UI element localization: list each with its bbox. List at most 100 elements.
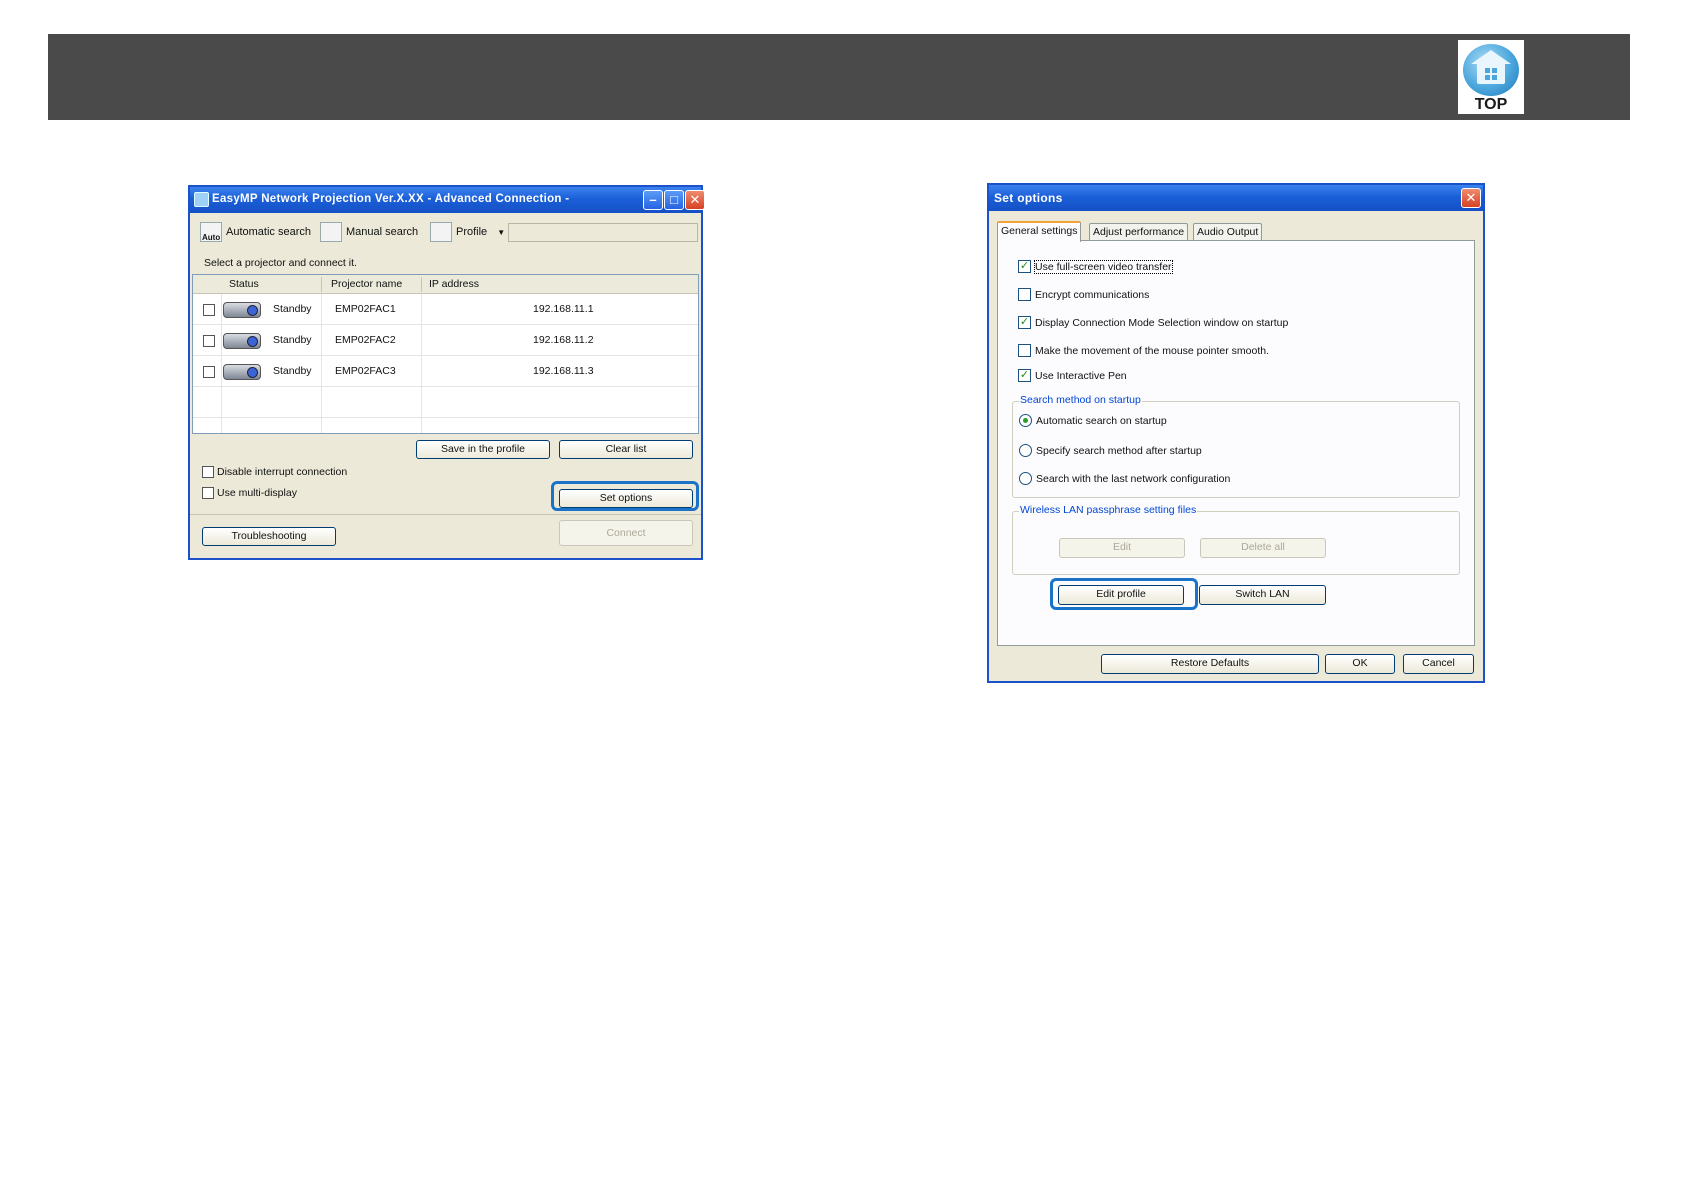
row-status: Standby bbox=[273, 365, 312, 377]
house-window-icon bbox=[1492, 75, 1497, 80]
list-header: Status Projector name IP address bbox=[193, 275, 698, 294]
display-mode-selection-label: Display Connection Mode Selection window… bbox=[1035, 316, 1289, 329]
interactive-pen-option[interactable]: ✓ Use Interactive Pen bbox=[1018, 369, 1127, 382]
smooth-pointer-label: Make the movement of the mouse pointer s… bbox=[1035, 344, 1270, 357]
manual-search-button[interactable]: Manual search bbox=[320, 221, 418, 243]
wlan-group-label: Wireless LAN passphrase setting files bbox=[1019, 504, 1198, 516]
full-screen-option[interactable]: ✓ Use full-screen video transfer bbox=[1018, 259, 1173, 274]
house-window-icon bbox=[1485, 68, 1490, 73]
instruction-text: Select a projector and connect it. bbox=[204, 257, 357, 269]
tab-adjust-performance[interactable]: Adjust performance bbox=[1089, 223, 1189, 241]
lens-icon bbox=[247, 305, 258, 316]
column-status[interactable]: Status bbox=[229, 278, 259, 290]
radio-last-network[interactable]: Search with the last network configurati… bbox=[1019, 472, 1230, 485]
ok-button[interactable]: OK bbox=[1325, 654, 1395, 674]
search-method-group-label: Search method on startup bbox=[1019, 394, 1142, 406]
cancel-button[interactable]: Cancel bbox=[1403, 654, 1474, 674]
auto-icon-text: Auto bbox=[202, 233, 221, 242]
wlan-delete-all-button[interactable]: Delete all bbox=[1200, 538, 1326, 558]
multi-display-checkbox[interactable]: Use multi-display bbox=[202, 487, 297, 499]
profile-button[interactable]: Profile ▼ bbox=[430, 221, 505, 243]
chevron-down-icon[interactable]: ▼ bbox=[497, 228, 505, 237]
table-row[interactable]: Standby EMP02FAC2 192.168.11.2 bbox=[193, 325, 698, 356]
row-status: Standby bbox=[273, 303, 312, 315]
radio-label: Search with the last network configurati… bbox=[1036, 472, 1231, 485]
wlan-edit-button[interactable]: Edit bbox=[1059, 538, 1185, 558]
table-row[interactable]: Standby EMP02FAC3 192.168.11.3 bbox=[193, 356, 698, 387]
connect-button[interactable]: Connect bbox=[559, 520, 693, 546]
auto-search-icon: Auto bbox=[200, 222, 222, 242]
full-screen-checkbox[interactable]: ✓ bbox=[1018, 260, 1031, 273]
switch-lan-button[interactable]: Switch LAN bbox=[1199, 585, 1326, 605]
restore-defaults-button[interactable]: Restore Defaults bbox=[1101, 654, 1319, 674]
display-mode-selection-checkbox[interactable]: ✓ bbox=[1018, 316, 1031, 329]
window-titlebar[interactable]: Set options ✕ bbox=[989, 185, 1483, 211]
radio-label: Specify search method after startup bbox=[1036, 444, 1202, 457]
full-screen-label: Use full-screen video transfer bbox=[1034, 259, 1173, 274]
tab-audio-output[interactable]: Audio Output bbox=[1193, 223, 1263, 241]
empty-row bbox=[193, 387, 698, 418]
row-projector-name: EMP02FAC2 bbox=[335, 334, 396, 346]
house-window-icon bbox=[1492, 68, 1497, 73]
profile-icon bbox=[430, 222, 452, 242]
interactive-pen-checkbox[interactable]: ✓ bbox=[1018, 369, 1031, 382]
top-label: TOP bbox=[1474, 96, 1508, 113]
checkbox-box[interactable] bbox=[202, 466, 214, 478]
close-button[interactable]: ✕ bbox=[685, 190, 705, 210]
window-title: Set options bbox=[994, 191, 1063, 205]
wlan-passphrase-group: Wireless LAN passphrase setting files Ed… bbox=[1012, 504, 1460, 575]
encrypt-option[interactable]: Encrypt communications bbox=[1018, 288, 1149, 301]
row-ip-address: 192.168.11.2 bbox=[533, 334, 594, 346]
projector-icon bbox=[223, 302, 261, 318]
projector-icon bbox=[223, 333, 261, 349]
multi-display-label: Use multi-display bbox=[217, 487, 297, 499]
top-home-icon[interactable]: TOP bbox=[1458, 40, 1524, 114]
row-projector-name: EMP02FAC3 bbox=[335, 365, 396, 377]
radio-button[interactable] bbox=[1019, 444, 1032, 457]
display-mode-selection-option[interactable]: ✓ Display Connection Mode Selection wind… bbox=[1018, 316, 1288, 329]
page-header-bar: TOP bbox=[48, 34, 1630, 120]
app-icon bbox=[194, 192, 209, 207]
row-checkbox[interactable] bbox=[203, 366, 215, 378]
house-window-icon bbox=[1485, 75, 1490, 80]
automatic-search-label: Automatic search bbox=[226, 226, 311, 238]
close-button[interactable]: ✕ bbox=[1461, 188, 1481, 208]
encrypt-checkbox[interactable] bbox=[1018, 288, 1031, 301]
radio-specify-search[interactable]: Specify search method after startup bbox=[1019, 444, 1202, 457]
row-checkbox[interactable] bbox=[203, 304, 215, 316]
row-projector-name: EMP02FAC1 bbox=[335, 303, 396, 315]
column-ip-address[interactable]: IP address bbox=[429, 278, 479, 290]
troubleshooting-button[interactable]: Troubleshooting bbox=[202, 527, 336, 546]
set-options-window: Set options ✕ General settings Adjust pe… bbox=[987, 183, 1485, 683]
radio-automatic-search[interactable]: Automatic search on startup bbox=[1019, 414, 1167, 427]
disable-interrupt-checkbox[interactable]: Disable interrupt connection bbox=[202, 466, 347, 478]
general-settings-panel: ✓ Use full-screen video transfer Encrypt… bbox=[997, 240, 1475, 646]
smooth-pointer-option[interactable]: Make the movement of the mouse pointer s… bbox=[1018, 344, 1269, 357]
smooth-pointer-checkbox[interactable] bbox=[1018, 344, 1031, 357]
maximize-button[interactable]: □ bbox=[664, 190, 684, 210]
row-checkbox[interactable] bbox=[203, 335, 215, 347]
column-projector-name[interactable]: Projector name bbox=[331, 278, 402, 290]
minimize-button[interactable]: – bbox=[643, 190, 663, 210]
profile-path-field[interactable] bbox=[508, 223, 698, 242]
radio-label: Automatic search on startup bbox=[1036, 414, 1167, 427]
column-divider bbox=[421, 277, 422, 292]
tab-general-settings[interactable]: General settings bbox=[997, 221, 1082, 242]
projector-list[interactable]: Status Projector name IP address Standby… bbox=[192, 274, 699, 434]
radio-button[interactable] bbox=[1019, 414, 1032, 427]
edit-profile-button[interactable]: Edit profile bbox=[1058, 585, 1184, 605]
checkbox-box[interactable] bbox=[202, 487, 214, 499]
automatic-search-button[interactable]: Auto Automatic search bbox=[200, 221, 311, 243]
window-titlebar[interactable]: EasyMP Network Projection Ver.X.XX - Adv… bbox=[190, 187, 705, 213]
table-row[interactable]: Standby EMP02FAC1 192.168.11.1 bbox=[193, 294, 698, 325]
row-ip-address: 192.168.11.1 bbox=[533, 303, 594, 315]
radio-button[interactable] bbox=[1019, 472, 1032, 485]
set-options-button[interactable]: Set options bbox=[559, 489, 693, 508]
home-house-icon bbox=[1477, 62, 1505, 84]
window-title: EasyMP Network Projection Ver.X.XX - Adv… bbox=[212, 193, 570, 205]
manual-search-icon bbox=[320, 222, 342, 242]
clear-list-button[interactable]: Clear list bbox=[559, 440, 693, 459]
row-status: Standby bbox=[273, 334, 312, 346]
lens-icon bbox=[247, 367, 258, 378]
save-in-profile-button[interactable]: Save in the profile bbox=[416, 440, 550, 459]
